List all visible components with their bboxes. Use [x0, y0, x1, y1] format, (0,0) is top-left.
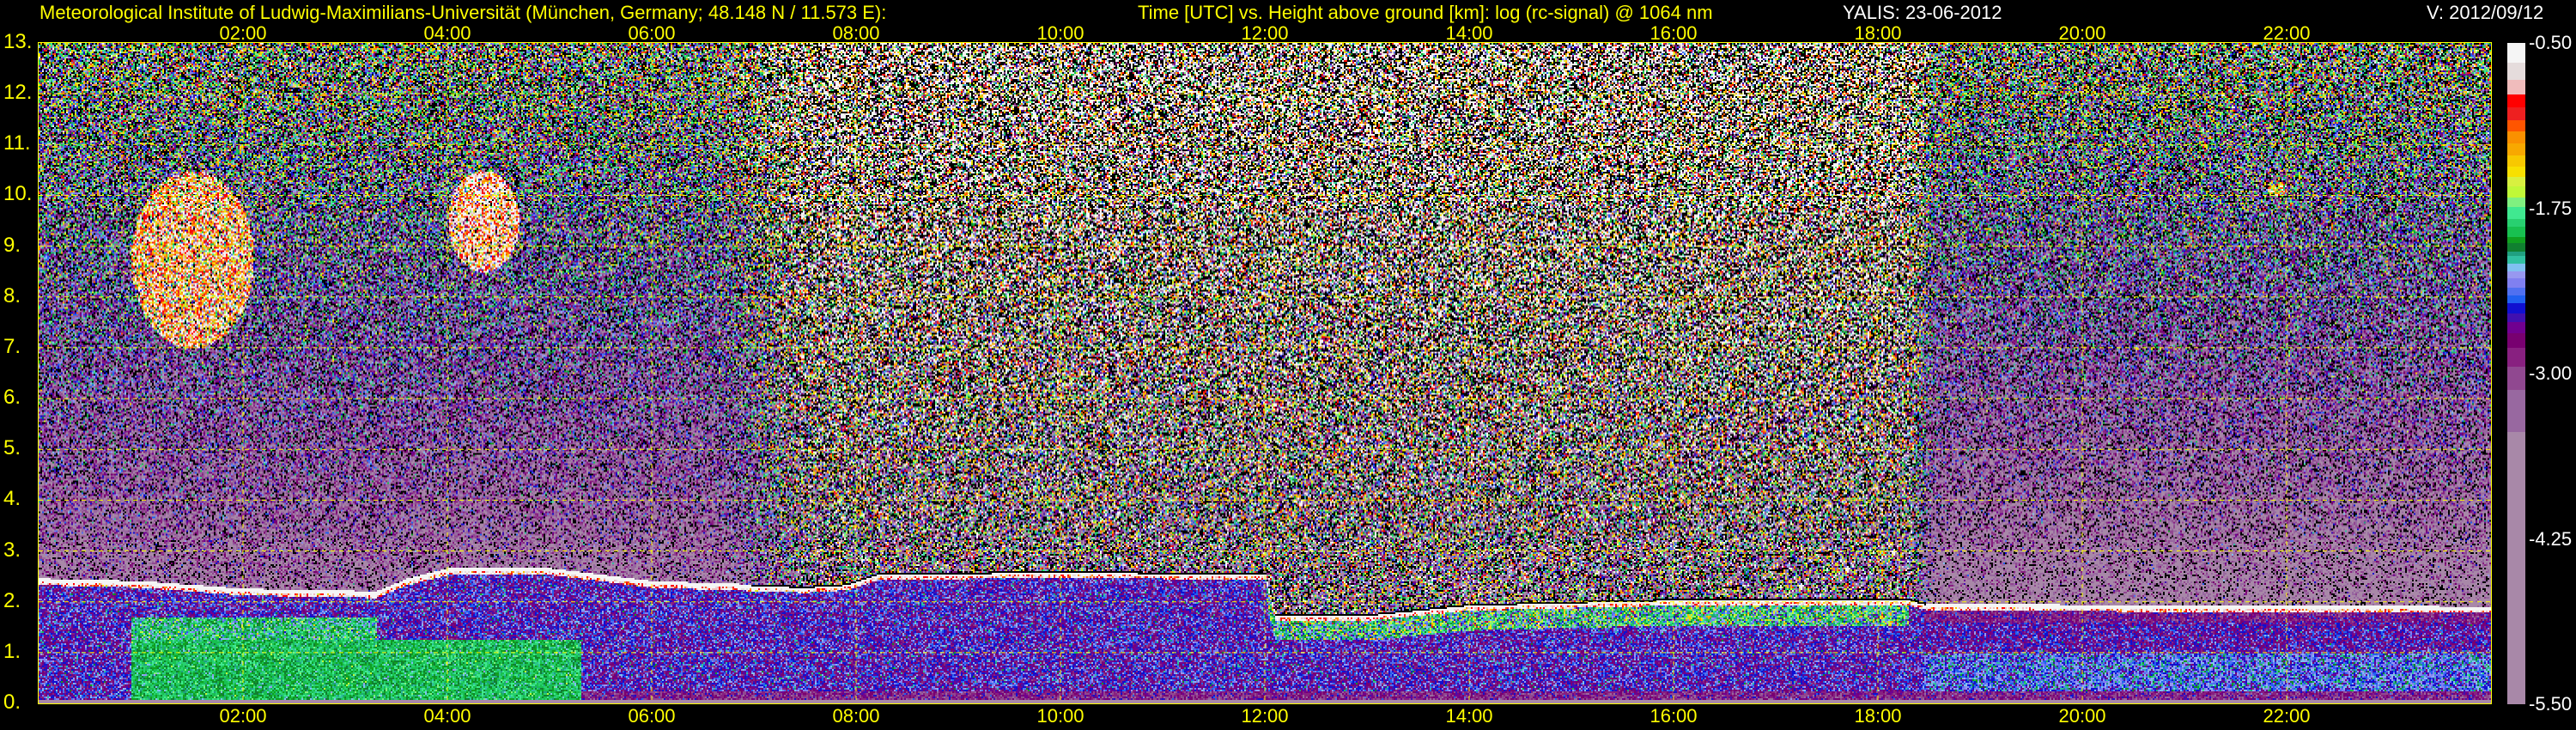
y-tick-label: 1. [3, 639, 21, 663]
colorbar-segment [2507, 80, 2525, 95]
colorbar-segment [2507, 271, 2525, 279]
colorbar-segment [2507, 167, 2525, 178]
colorbar-tick-label: -4.25 [2529, 527, 2573, 550]
x-tick-label-top: 20:00 [2058, 22, 2106, 44]
colorbar-tick-label: -5.50 [2529, 693, 2573, 715]
y-tick-label: 2. [3, 588, 21, 612]
y-tick-label: 13. [3, 30, 33, 53]
x-tick-label: 14:00 [1445, 705, 1493, 727]
colorbar-segment [2507, 243, 2525, 252]
y-tick-label: 12. [3, 81, 33, 105]
colorbar-segment [2507, 94, 2525, 107]
colorbar-segment [2507, 366, 2525, 390]
x-tick-label-top: 04:00 [423, 22, 471, 44]
y-tick-label: 4. [3, 487, 21, 511]
colorbar-segment [2507, 106, 2525, 121]
colorbar-segment [2507, 278, 2525, 289]
y-tick-label: 10. [3, 182, 33, 206]
x-tick-label: 22:00 [2263, 705, 2311, 727]
colorbar-segment [2507, 227, 2525, 237]
colorbar-segment [2507, 186, 2525, 198]
colorbar-segment [2507, 264, 2525, 271]
x-tick-label-top: 10:00 [1036, 22, 1084, 44]
colorbar-segment [2507, 43, 2525, 64]
x-tick-label: 04:00 [423, 705, 471, 727]
colorbar-segment [2507, 322, 2525, 333]
colorbar-tick-label: -1.75 [2529, 197, 2573, 219]
colorbar-tick-label: -3.00 [2529, 362, 2573, 384]
colorbar-segment [2507, 177, 2525, 187]
y-tick-label: 6. [3, 386, 21, 410]
x-tick-label-top: 14:00 [1445, 22, 1493, 44]
x-tick-label: 06:00 [628, 705, 676, 727]
instrument-date: YALIS: 23-06-2012 [1843, 2, 2002, 23]
x-tick-label: 10:00 [1036, 705, 1084, 727]
x-tick-label-top: 12:00 [1241, 22, 1289, 44]
x-tick-label-top: 02:00 [219, 22, 267, 44]
x-tick-label-top: 16:00 [1649, 22, 1698, 44]
x-tick-label-top: 06:00 [628, 22, 676, 44]
colorbar [2507, 43, 2525, 704]
colorbar-segment [2507, 131, 2525, 144]
y-tick-label: 11. [3, 131, 31, 155]
colorbar-segment [2507, 155, 2525, 167]
grid-lines [39, 43, 2491, 703]
colorbar-segment [2507, 288, 2525, 296]
colorbar-segment [2507, 120, 2525, 132]
colorbar-segment [2507, 389, 2525, 433]
colorbar-segment [2507, 313, 2525, 323]
colorbar-segment [2507, 332, 2525, 349]
colorbar-segment [2507, 143, 2525, 155]
y-tick-label: 5. [3, 436, 21, 460]
colorbar-segment [2507, 302, 2525, 313]
colorbar-segment [2507, 63, 2525, 81]
y-tick-label: 7. [3, 334, 21, 358]
x-tick-label: 12:00 [1241, 705, 1289, 727]
version-label: V: 2012/09/12 [2427, 2, 2544, 23]
colorbar-segment [2507, 432, 2525, 704]
colorbar-segment [2507, 218, 2525, 228]
colorbar-tick-label: -0.50 [2529, 32, 2573, 53]
heatmap-plot-area [38, 42, 2492, 704]
institute-title: Meteorological Institute of Ludwig-Maxim… [39, 2, 887, 23]
colorbar-segment [2507, 348, 2525, 367]
x-tick-label: 02:00 [219, 705, 267, 727]
colorbar-segment [2507, 207, 2525, 219]
colorbar-segment [2507, 295, 2525, 303]
y-tick-label: 0. [3, 690, 21, 714]
x-tick-label-top: 18:00 [1854, 22, 1902, 44]
y-tick-label: 9. [3, 233, 21, 257]
x-tick-label-top: 08:00 [832, 22, 880, 44]
x-tick-label: 18:00 [1854, 705, 1902, 727]
plot-description: Time [UTC] vs. Height above ground [km]:… [1138, 2, 1713, 23]
colorbar-segment [2507, 198, 2525, 208]
x-tick-label: 08:00 [832, 705, 880, 727]
x-tick-label: 20:00 [2058, 705, 2106, 727]
y-tick-label: 3. [3, 538, 21, 562]
colorbar-segment [2507, 236, 2525, 244]
x-tick-label: 16:00 [1649, 705, 1698, 727]
y-tick-label: 8. [3, 283, 21, 307]
colorbar-segment [2507, 256, 2525, 265]
x-tick-label-top: 22:00 [2263, 22, 2311, 44]
